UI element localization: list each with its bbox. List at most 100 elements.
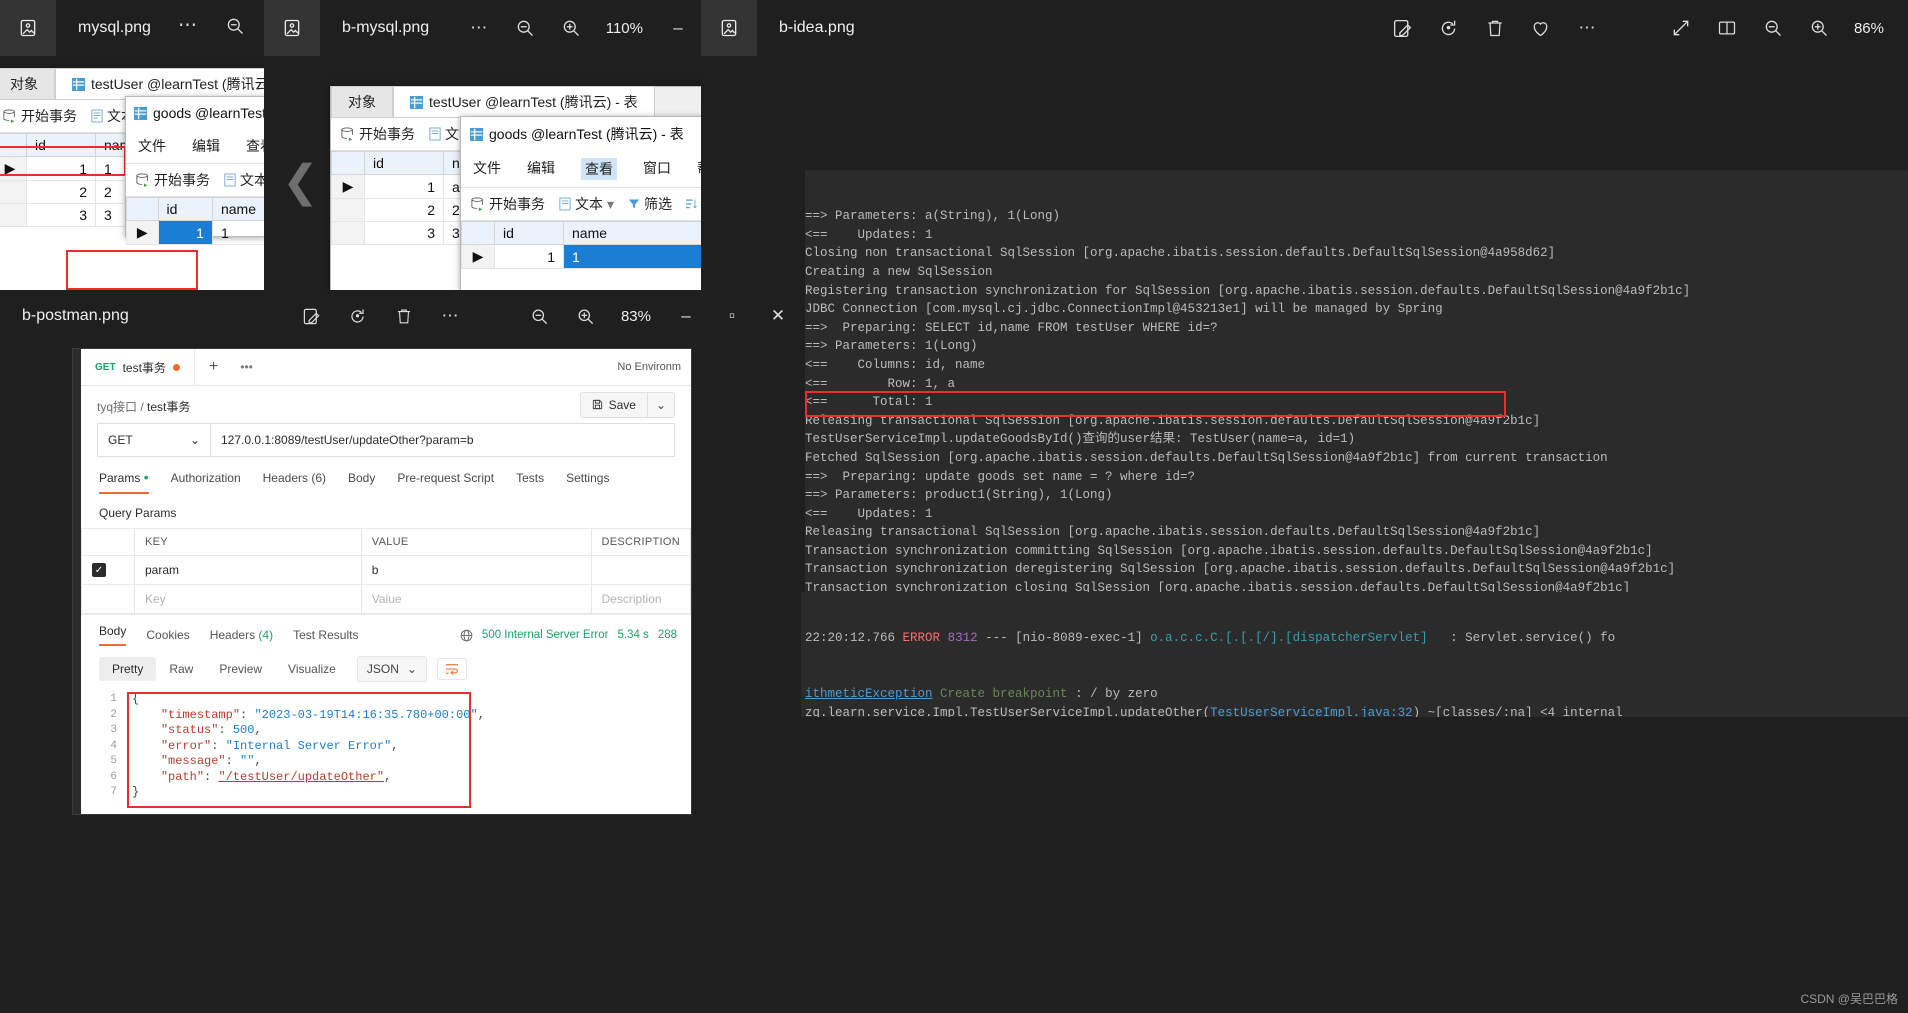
goods-tab-1[interactable]: goods @learnTest (腾讯云) - 表: [126, 97, 348, 129]
query-params-table[interactable]: KEY VALUE DESCRIPTION ✓ param b Key Valu…: [81, 528, 692, 614]
zoom-in-icon[interactable]: [1796, 8, 1842, 48]
format-selector[interactable]: JSON ⌄: [356, 656, 427, 682]
json-line[interactable]: "timestamp": "2023-03-19T14:16:35.780+00…: [132, 708, 485, 724]
zoom-in-icon[interactable]: [563, 296, 609, 336]
exception-link[interactable]: ithmeticException: [805, 687, 933, 701]
tab-params[interactable]: Params •: [99, 470, 149, 494]
minimize-button[interactable]: –: [663, 296, 709, 336]
tab-settings[interactable]: Settings: [566, 471, 609, 494]
postman-app[interactable]: GET test事务 + ••• No Environm tyq接口 / tes…: [72, 348, 692, 815]
cell-id[interactable]: 1: [26, 156, 96, 181]
param-value-placeholder[interactable]: Value: [360, 584, 592, 614]
tab-prerequest-script[interactable]: Pre-request Script: [397, 471, 494, 494]
navicat-goods-grid-2[interactable]: id name ▶ 1 1: [461, 221, 703, 269]
add-tab-button[interactable]: +: [195, 358, 232, 376]
more-options-icon[interactable]: ⋯: [178, 14, 197, 37]
cell-id[interactable]: 3: [364, 221, 444, 245]
menu-edit[interactable]: 编辑: [192, 136, 220, 156]
cell-id[interactable]: 1: [364, 174, 444, 199]
stacktrace-line[interactable]: ithmeticException Create breakpoint : / …: [805, 685, 1908, 704]
tab-objects-1[interactable]: 对象: [0, 68, 55, 99]
tab-objects-2[interactable]: 对象: [331, 86, 393, 117]
tab-more-icon[interactable]: •••: [232, 360, 261, 374]
tab-test-results[interactable]: Test Results: [293, 628, 358, 642]
param-desc-placeholder[interactable]: Description: [590, 584, 692, 614]
tab-response-cookies[interactable]: Cookies: [146, 628, 189, 642]
json-line[interactable]: "status": 500,: [132, 723, 485, 739]
breadcrumb-request[interactable]: test事务: [147, 400, 190, 414]
minimize-button[interactable]: –: [655, 8, 701, 48]
json-line[interactable]: {: [132, 692, 485, 708]
begin-transaction-button[interactable]: 开始事务: [471, 194, 545, 214]
json-line[interactable]: "message": "",: [132, 754, 485, 770]
close-button[interactable]: ✕: [755, 296, 801, 336]
filter-button[interactable]: 筛选: [628, 194, 672, 214]
response-body-json[interactable]: { "timestamp": "2023-03-19T14:16:35.780+…: [126, 692, 485, 801]
cell-id[interactable]: 1: [494, 244, 564, 269]
maximize-button[interactable]: ▫: [709, 296, 755, 336]
begin-transaction-button[interactable]: 开始事务: [3, 106, 77, 126]
menu-window[interactable]: 窗口: [643, 158, 671, 180]
text-button[interactable]: 文本 ▾: [559, 194, 614, 214]
chip-visualize[interactable]: Visualize: [275, 657, 349, 681]
idea-stacktrace[interactable]: 22:20:12.766 ERROR 8312 --- [nio-8089-ex…: [700, 592, 1908, 717]
menu-view[interactable]: 查看: [581, 158, 617, 180]
stacktrace-line[interactable]: zq.learn.service.Impl.TestUserServiceImp…: [805, 704, 1908, 717]
method-selector[interactable]: GET ⌄: [97, 423, 210, 457]
begin-transaction-button[interactable]: 开始事务: [341, 124, 415, 144]
environment-selector[interactable]: No Environm: [617, 361, 691, 373]
param-row[interactable]: ✓ param b: [81, 555, 692, 585]
zoom-out-icon[interactable]: [1750, 8, 1796, 48]
param-description[interactable]: [590, 555, 692, 585]
tab-body[interactable]: Body: [348, 471, 375, 494]
previous-image-chevron[interactable]: ❮: [282, 156, 319, 207]
tab-authorization[interactable]: Authorization: [171, 471, 241, 494]
favorite-icon[interactable]: [1518, 8, 1564, 48]
more-options-icon[interactable]: ⋯: [456, 8, 502, 48]
param-checkbox-cell[interactable]: ✓: [81, 555, 135, 585]
create-breakpoint-label[interactable]: Create breakpoint: [933, 687, 1076, 701]
edit-image-icon[interactable]: [289, 296, 335, 336]
zoom-out-icon[interactable]: [517, 296, 563, 336]
tab-response-body[interactable]: Body: [99, 624, 127, 646]
param-key-placeholder[interactable]: Key: [133, 584, 362, 614]
cell-id[interactable]: 2: [364, 198, 444, 222]
chip-pretty[interactable]: Pretty: [99, 657, 157, 681]
wrap-lines-icon[interactable]: [436, 658, 467, 680]
param-placeholder-row[interactable]: Key Value Description: [81, 584, 692, 614]
navicat-goods-window-1[interactable]: goods @learnTest (腾讯云) - 表 文件 编辑 查看 开始事务…: [125, 96, 348, 245]
cell-id[interactable]: 1: [157, 220, 213, 245]
menu-file[interactable]: 文件: [138, 136, 166, 156]
fullscreen-icon[interactable]: [1658, 8, 1704, 48]
more-options-icon[interactable]: ⋯: [427, 296, 473, 336]
begin-transaction-button[interactable]: 开始事务: [136, 170, 210, 190]
menu-edit[interactable]: 编辑: [527, 158, 555, 180]
zoom-out-icon[interactable]: [502, 8, 548, 48]
table-row[interactable]: ▶ 1 1: [461, 244, 703, 269]
source-file-link[interactable]: TestUserServiceImpl.java:32: [1210, 706, 1413, 717]
cell-name[interactable]: 1: [563, 244, 703, 269]
delete-icon[interactable]: [1472, 8, 1518, 48]
menu-file[interactable]: 文件: [473, 158, 501, 180]
navicat-goods-window-2[interactable]: goods @learnTest (腾讯云) - 表 文件 编辑 查看 窗口 帮…: [460, 116, 730, 292]
url-input[interactable]: 127.0.0.1:8089/testUser/updateOther?para…: [210, 423, 675, 457]
json-line[interactable]: }: [132, 785, 485, 801]
tab-testuser-2[interactable]: testUser @learnTest (腾讯云) - 表: [393, 86, 655, 117]
rotate-icon[interactable]: [335, 296, 381, 336]
table-row[interactable]: ▶ 1 1: [126, 220, 266, 245]
param-key[interactable]: param: [133, 555, 362, 585]
breadcrumb-collection[interactable]: tyq接口: [97, 400, 137, 414]
tab-tests[interactable]: Tests: [516, 471, 544, 494]
save-button[interactable]: Save: [579, 391, 648, 418]
cell-name[interactable]: 1: [211, 220, 266, 245]
cell-id[interactable]: 3: [26, 203, 96, 227]
navicat-goods-grid-1[interactable]: id name ▶ 1 1: [126, 197, 266, 245]
json-line[interactable]: "path": "/testUser/updateOther",: [132, 770, 485, 786]
zoom-in-icon[interactable]: [548, 8, 594, 48]
edit-image-icon[interactable]: [1380, 8, 1426, 48]
checkbox-checked-icon[interactable]: ✓: [92, 563, 106, 577]
compare-icon[interactable]: [1704, 8, 1750, 48]
save-options-caret-icon[interactable]: ⌄: [647, 391, 675, 418]
tab-headers[interactable]: Headers (6): [263, 471, 326, 494]
cell-id[interactable]: 2: [26, 180, 96, 204]
